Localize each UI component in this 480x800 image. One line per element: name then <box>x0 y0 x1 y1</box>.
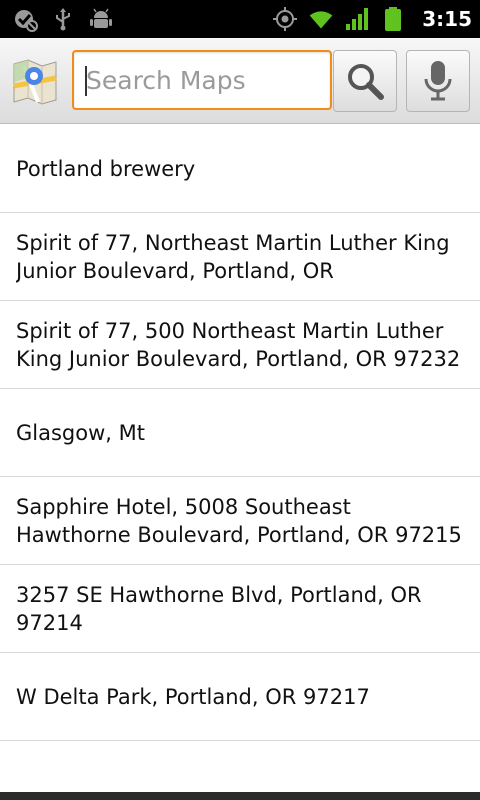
battery-icon <box>385 7 402 31</box>
suggestion-item[interactable]: Glasgow, Mt <box>0 389 480 477</box>
suggestion-text: Spirit of 77, 500 Northeast Martin Luthe… <box>16 318 461 371</box>
suggestion-item[interactable]: Spirit of 77, Northeast Martin Luther Ki… <box>0 213 480 301</box>
suggestion-text: Portland brewery <box>16 156 196 181</box>
wifi-icon <box>309 11 333 29</box>
search-input[interactable] <box>74 52 330 108</box>
microphone-icon <box>424 61 452 101</box>
voice-search-button[interactable] <box>406 50 470 112</box>
search-button[interactable] <box>333 50 397 112</box>
signal-icon <box>346 8 369 30</box>
suggestion-item[interactable]: Portland brewery <box>0 125 480 213</box>
status-time: 3:15 <box>422 7 472 31</box>
suggestion-item[interactable]: Spirit of 77, 500 Northeast Martin Luthe… <box>0 301 480 389</box>
magnifier-icon <box>348 64 384 100</box>
suggestion-text: Sapphire Hotel, 5008 Southeast Hawthorne… <box>16 494 462 547</box>
suggestion-text: W Delta Park, Portland, OR 97217 <box>16 684 370 709</box>
suggestion-text: Glasgow, Mt <box>16 420 145 445</box>
status-bar: 3:15 <box>0 0 480 38</box>
google-maps-icon[interactable] <box>8 56 60 108</box>
bottom-edge <box>0 792 480 800</box>
suggestion-item[interactable]: W Delta Park, Portland, OR 97217 <box>0 653 480 741</box>
search-field[interactable] <box>72 50 332 110</box>
status-left-icons <box>12 5 114 33</box>
suggestion-item[interactable]: Sapphire Hotel, 5008 Southeast Hawthorne… <box>0 477 480 565</box>
android-debug-icon <box>90 8 112 28</box>
suggestion-list: Portland brewery Spirit of 77, Northeast… <box>0 125 480 792</box>
gps-icon <box>273 7 298 31</box>
no-data-icon <box>15 10 38 32</box>
search-header <box>0 38 480 124</box>
status-right-icons: 3:15 <box>272 5 472 33</box>
suggestion-text: 3257 SE Hawthorne Blvd, Portland, OR 972… <box>16 582 422 635</box>
text-caret <box>85 66 87 96</box>
usb-icon <box>56 8 70 31</box>
suggestion-item[interactable]: 3257 SE Hawthorne Blvd, Portland, OR 972… <box>0 565 480 653</box>
suggestion-text: Spirit of 77, Northeast Martin Luther Ki… <box>16 230 450 283</box>
